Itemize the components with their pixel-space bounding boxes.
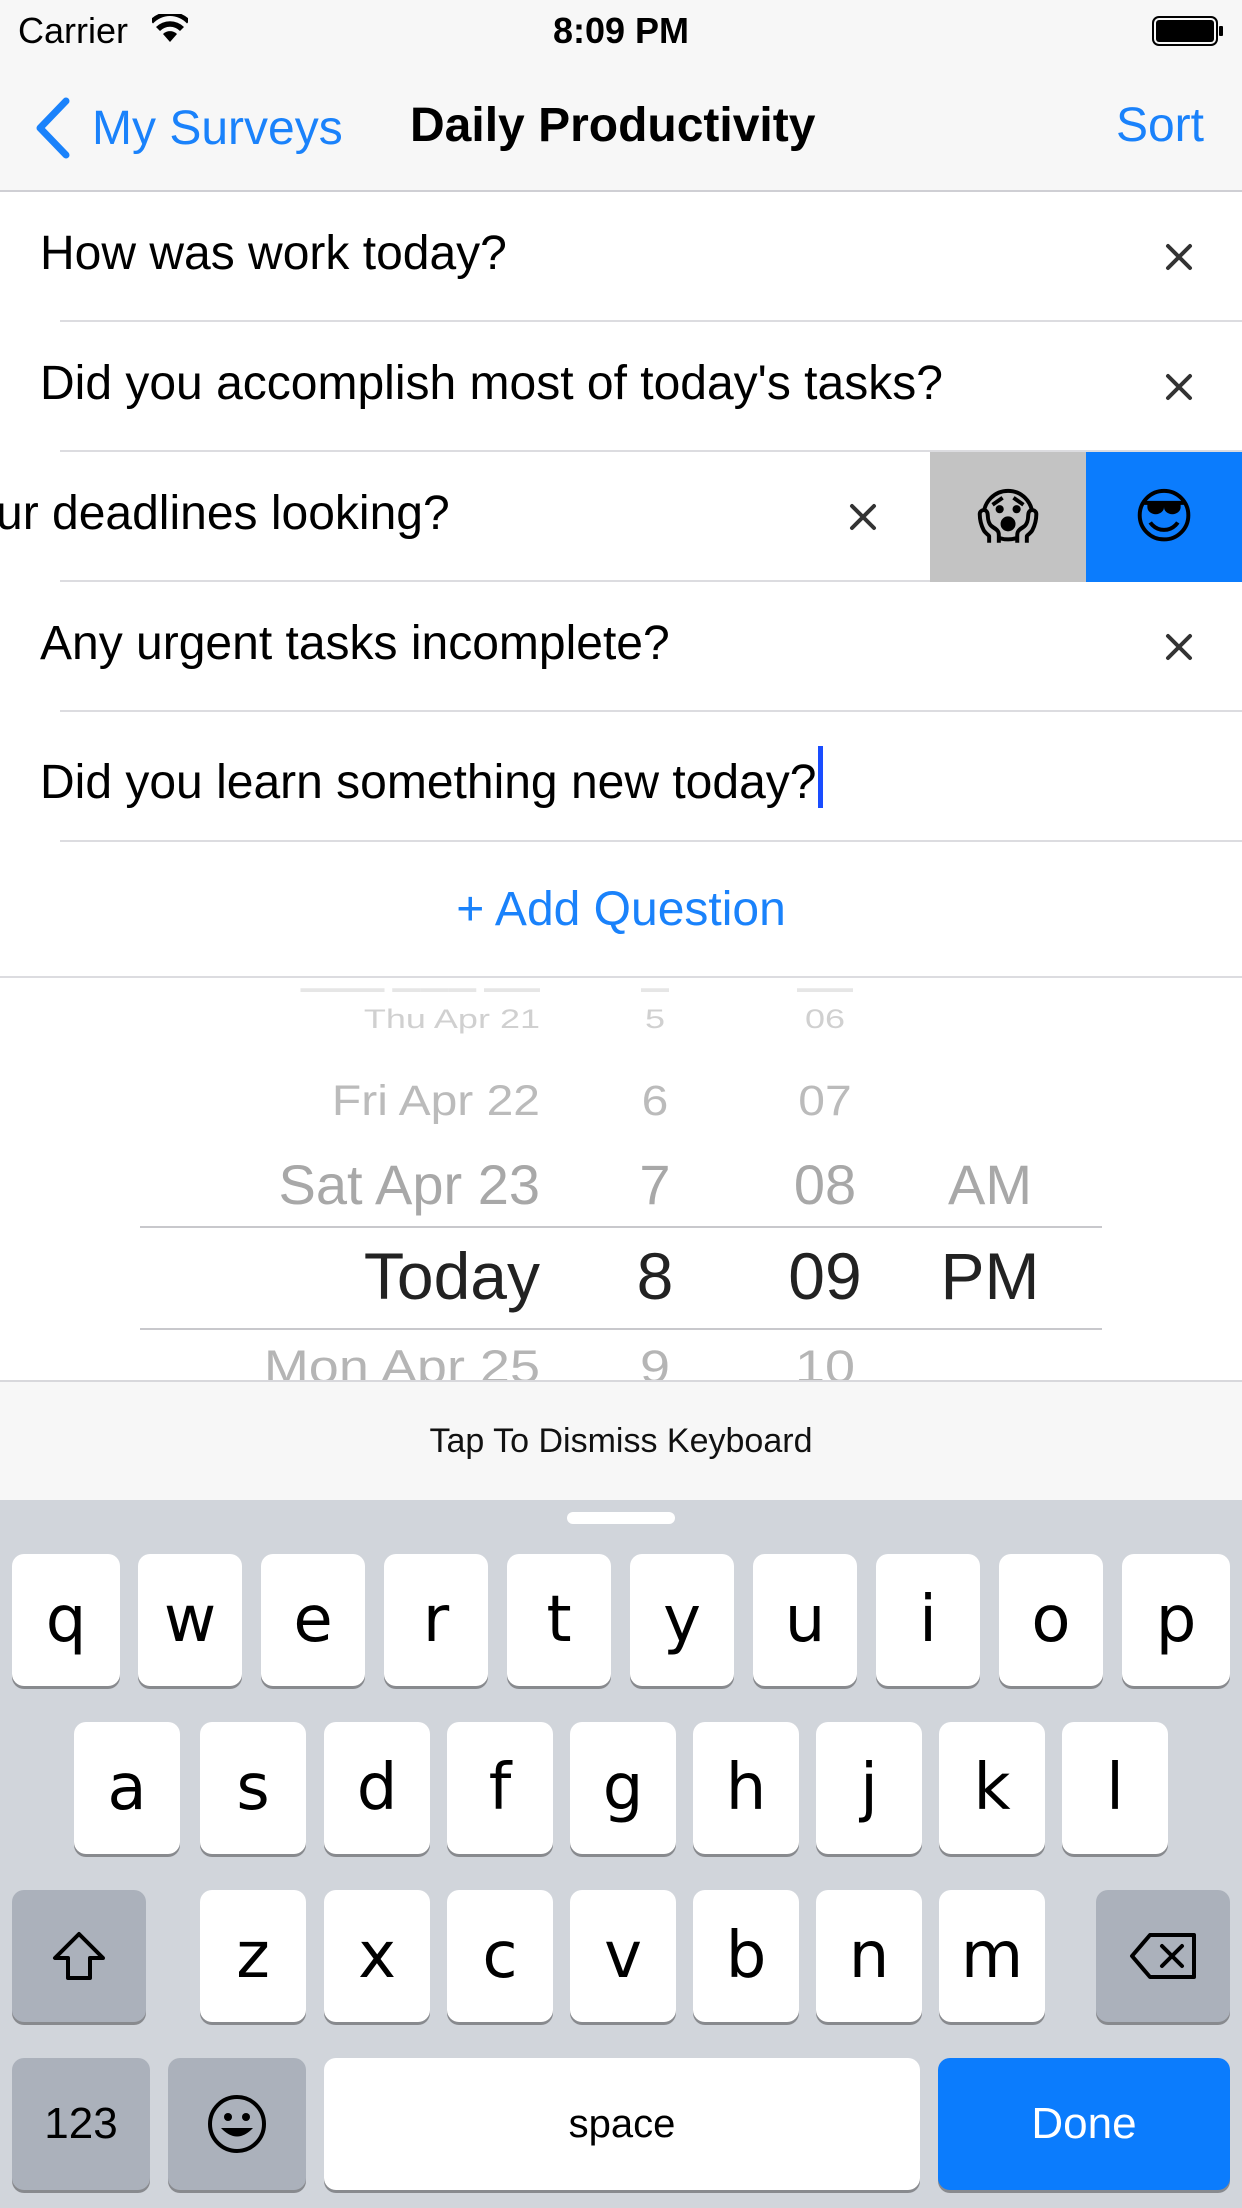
picker-minute-option[interactable]: 07 <box>760 1077 890 1125</box>
picker-ampm-option[interactable]: AM <box>920 1152 1060 1217</box>
page-title: Daily Productivity <box>410 99 816 152</box>
picker-minute-selected[interactable]: 09 <box>760 1238 890 1314</box>
clock: 8:09 PM <box>552 10 690 51</box>
sunglasses-face-icon: 😎 <box>1132 483 1196 550</box>
cool-face-action-button[interactable]: 😎 <box>1086 452 1242 582</box>
key-k[interactable]: k <box>939 1722 1045 1854</box>
backspace-icon <box>1130 1933 1196 1979</box>
picker-day-ghost: ▬▬▬ ▬▬▬ ▬▬ <box>300 980 540 995</box>
backspace-key[interactable] <box>1096 1890 1230 2022</box>
key-v[interactable]: v <box>570 1890 676 2022</box>
space-key[interactable]: space <box>324 2058 920 2190</box>
question-row[interactable]: How was work today? <box>0 192 1242 322</box>
question-text[interactable]: Any urgent tasks incomplete? <box>40 616 670 671</box>
picker-day-option[interactable]: Thu Apr 21 <box>364 1003 540 1035</box>
back-button[interactable]: My Surveys <box>34 96 343 160</box>
picker-selection-line <box>140 1226 1102 1228</box>
picker-hour-option[interactable]: 6 <box>600 1077 710 1125</box>
key-g[interactable]: g <box>570 1722 676 1854</box>
done-key[interactable]: Done <box>938 2058 1230 2190</box>
key-u[interactable]: u <box>753 1554 857 1686</box>
emoji-face-icon <box>208 2095 266 2153</box>
dismiss-keyboard-label: Tap To Dismiss Keyboard <box>429 1421 813 1460</box>
picker-hour-ghost: ▬ <box>641 980 669 995</box>
battery-icon <box>1152 16 1223 46</box>
picker-hour-option[interactable]: 5 <box>600 1003 710 1035</box>
sort-button[interactable]: Sort <box>1116 98 1204 153</box>
keyboard: q w e r t y u i o p a s d f g h j k l z … <box>0 1500 1242 2208</box>
key-m[interactable]: m <box>939 1890 1045 2022</box>
key-j[interactable]: j <box>816 1722 922 1854</box>
shift-key[interactable] <box>12 1890 146 2022</box>
key-h[interactable]: h <box>693 1722 799 1854</box>
key-q[interactable]: q <box>12 1554 120 1686</box>
picker-day-option[interactable]: Fri Apr 22 <box>332 1077 540 1125</box>
key-s[interactable]: s <box>200 1722 306 1854</box>
text-cursor <box>818 746 824 808</box>
close-icon[interactable] <box>1154 362 1204 412</box>
dismiss-keyboard-bar[interactable]: Tap To Dismiss Keyboard <box>0 1380 1242 1500</box>
key-w[interactable]: w <box>138 1554 242 1686</box>
key-r[interactable]: r <box>384 1554 488 1686</box>
close-icon[interactable] <box>1154 622 1204 672</box>
add-question-row[interactable]: + Add Question <box>0 842 1242 978</box>
question-text[interactable]: How was work today? <box>40 226 507 281</box>
key-l[interactable]: l <box>1062 1722 1168 1854</box>
key-e[interactable]: e <box>261 1554 365 1686</box>
key-c[interactable]: c <box>447 1890 553 2022</box>
question-text[interactable]: ur deadlines looking? <box>0 486 450 541</box>
key-x[interactable]: x <box>324 1890 430 2022</box>
key-y[interactable]: y <box>630 1554 734 1686</box>
picker-ampm-selected[interactable]: PM <box>920 1238 1060 1314</box>
picker-selection-line <box>140 1328 1102 1330</box>
emoji-key[interactable] <box>168 2058 306 2190</box>
chevron-left-icon <box>36 97 70 159</box>
status-bar: Carrier 8:09 PM <box>0 0 1242 62</box>
picker-minute-option[interactable]: 10 <box>760 1341 890 1381</box>
picker-day-option[interactable]: Sat Apr 23 <box>278 1152 540 1217</box>
picker-minute-option[interactable]: 08 <box>760 1152 890 1217</box>
question-row[interactable]: Any urgent tasks incomplete? <box>0 582 1242 712</box>
key-o[interactable]: o <box>999 1554 1103 1686</box>
keyboard-handle <box>567 1512 675 1524</box>
question-row[interactable]: Did you accomplish most of today's tasks… <box>0 322 1242 452</box>
picker-day-selected[interactable]: Today <box>364 1238 540 1314</box>
key-i[interactable]: i <box>876 1554 980 1686</box>
key-n[interactable]: n <box>816 1890 922 2022</box>
picker-minute-ghost: ▬▬ <box>797 980 853 995</box>
add-question-button[interactable]: + Add Question <box>456 882 786 937</box>
numbers-key[interactable]: 123 <box>12 2058 150 2190</box>
scared-face-action-button[interactable]: 😱 <box>930 452 1086 582</box>
picker-hour-option[interactable]: 9 <box>600 1341 710 1381</box>
key-z[interactable]: z <box>200 1890 306 2022</box>
shift-arrow-icon <box>53 1932 105 1980</box>
close-icon[interactable] <box>1154 232 1204 282</box>
question-text[interactable]: Did you accomplish most of today's tasks… <box>40 356 943 411</box>
key-b[interactable]: b <box>693 1890 799 2022</box>
key-a[interactable]: a <box>74 1722 180 1854</box>
date-time-picker[interactable]: ▬▬▬ ▬▬▬ ▬▬ ▬ ▬▬ Thu Apr 21 Fri Apr 22 Sa… <box>0 978 1242 1380</box>
close-icon[interactable] <box>838 492 888 542</box>
key-t[interactable]: t <box>507 1554 611 1686</box>
picker-hour-selected[interactable]: 8 <box>600 1238 710 1314</box>
question-text-field[interactable]: Did you learn something new today? <box>40 746 824 810</box>
picker-day-option[interactable]: Mon Apr 25 <box>264 1341 540 1381</box>
key-f[interactable]: f <box>447 1722 553 1854</box>
back-button-label: My Surveys <box>92 101 343 155</box>
question-row-swiped[interactable]: ur deadlines looking? 😱 😎 <box>0 452 1242 582</box>
key-p[interactable]: p <box>1122 1554 1230 1686</box>
picker-hour-option[interactable]: 7 <box>600 1152 710 1217</box>
scared-face-icon: 😱 <box>976 483 1040 550</box>
picker-minute-option[interactable]: 06 <box>760 1003 890 1035</box>
question-text: Did you learn something new today? <box>40 756 817 809</box>
question-row-editing[interactable]: Did you learn something new today? <box>0 712 1242 842</box>
navigation-bar: My Surveys Daily Productivity Sort <box>0 62 1242 192</box>
key-d[interactable]: d <box>324 1722 430 1854</box>
